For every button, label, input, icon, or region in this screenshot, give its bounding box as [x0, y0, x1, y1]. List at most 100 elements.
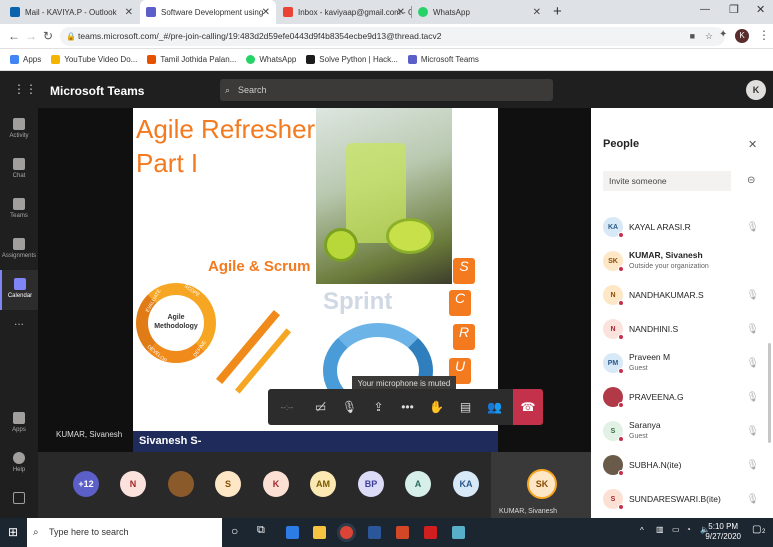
rail-more[interactable]: ... — [0, 314, 38, 354]
back-icon[interactable]: ← — [8, 29, 20, 43]
teams-header: ⋮⋮ Microsoft Teams ⌕ Search K — [0, 72, 773, 108]
bookmark-hackerrank[interactable]: Solve Python | Hack... — [306, 55, 398, 64]
participant-avatar: KA — [603, 217, 624, 238]
participant-avatar[interactable]: S — [215, 471, 241, 497]
chrome-icon[interactable] — [340, 526, 353, 539]
rail-help[interactable]: Help — [0, 444, 38, 484]
zoom-icon[interactable] — [286, 526, 299, 539]
app-icon[interactable] — [452, 526, 465, 539]
camera-icon[interactable]: ■ — [690, 27, 695, 46]
network-icon[interactable]: ▥ — [656, 525, 664, 534]
tab-whatsapp[interactable]: WhatsApp ✕ — [412, 0, 547, 24]
participant-row[interactable]: N NANDHAKUMAR.S 🎙 — [603, 280, 763, 310]
tab-teams[interactable]: Software Development using ✕ — [140, 0, 276, 24]
camera-off-button[interactable]: ▭̸ — [306, 389, 335, 425]
participant-avatar: S — [603, 489, 624, 510]
mic-mute-button[interactable]: 🎙 — [335, 389, 364, 425]
participant-name: NANDHAKUMAR.S — [629, 289, 704, 300]
participant-avatar: PM — [603, 353, 624, 374]
tab-outlook[interactable]: Mail - KAVIYA.P - Outlook ✕ — [4, 0, 139, 24]
user-avatar[interactable]: K — [746, 80, 766, 100]
close-icon[interactable]: ✕ — [748, 138, 757, 151]
participant-avatar[interactable]: N — [120, 471, 146, 497]
participant-avatar-photo[interactable] — [168, 471, 194, 497]
star-icon[interactable]: ☆ — [705, 27, 713, 46]
rail-activity[interactable]: Activity — [0, 110, 38, 150]
hang-up-button[interactable]: ☎ — [513, 389, 543, 425]
new-tab-button[interactable]: + — [553, 3, 562, 20]
battery-icon[interactable]: ▭ — [672, 525, 680, 534]
phone-hangup-icon: ☎ — [520, 400, 536, 414]
overflow-participants[interactable]: +12 — [73, 471, 99, 497]
rail-chat[interactable]: Chat — [0, 150, 38, 190]
participant-row[interactable]: PRAVEENA.G 🎙 — [603, 382, 763, 412]
self-video-label: KUMAR, Sivanesh — [56, 430, 123, 439]
taskbar-clock[interactable]: 5:10 PM 9/27/2020 — [705, 522, 741, 542]
rail-teams[interactable]: Teams — [0, 190, 38, 230]
participant-name: KUMAR, Sivanesh — [629, 250, 703, 260]
close-icon[interactable]: ✕ — [533, 7, 541, 18]
raise-hand-button[interactable]: ✋ — [422, 389, 451, 425]
search-icon: ⌕ — [33, 527, 39, 538]
windows-start-icon[interactable]: ⊞ — [8, 525, 18, 539]
participant-row[interactable]: KA KAYAL ARASI.R 🎙 — [603, 212, 763, 242]
close-icon[interactable]: ✕ — [125, 7, 133, 18]
maximize-button[interactable]: ❐ — [729, 3, 739, 16]
participant-row[interactable]: N NANDHINI.S 🎙 — [603, 314, 763, 344]
more-actions-button[interactable]: ••• — [393, 389, 422, 425]
close-icon[interactable]: ✕ — [262, 7, 270, 18]
close-icon[interactable]: ✕ — [397, 7, 405, 18]
bookmark-youtube[interactable]: YouTube Video Do... — [51, 55, 137, 64]
tab-gmail[interactable]: Inbox - kaviyaap@gmail.com - G ✕ — [277, 0, 411, 24]
menu-icon[interactable]: ⋮ — [758, 28, 770, 42]
cortana-icon[interactable]: ○ — [231, 524, 238, 538]
forward-icon[interactable]: → — [25, 29, 37, 43]
extensions-icon[interactable]: ✦ — [719, 29, 727, 40]
participant-avatar: S — [603, 421, 624, 442]
participant-avatar[interactable]: A — [405, 471, 431, 497]
participant-avatar[interactable]: BP — [358, 471, 384, 497]
minimize-button[interactable]: — — [700, 4, 710, 15]
presence-dot — [618, 266, 624, 272]
powerpoint-icon[interactable] — [396, 526, 409, 539]
participants-button[interactable]: 👥 — [480, 389, 509, 425]
bookmark-whatsapp[interactable]: WhatsApp — [246, 55, 296, 64]
link-icon[interactable]: ⊝ — [747, 175, 755, 186]
participant-avatar[interactable]: KA — [453, 471, 479, 497]
rail-calendar[interactable]: Calendar — [0, 270, 38, 310]
invite-input[interactable]: Invite someone — [603, 171, 731, 191]
participant-row[interactable]: S SUNDARESWARI.B(ite) 🎙 — [603, 484, 763, 514]
rail-assignments[interactable]: Assignments — [0, 230, 38, 270]
bookmark-teams[interactable]: Microsoft Teams — [407, 55, 479, 64]
tray-chevron-icon[interactable]: ^ — [640, 526, 644, 535]
word-icon[interactable] — [368, 526, 381, 539]
whatsapp-icon — [418, 7, 428, 17]
participant-row[interactable]: PM Praveen M Guest 🎙 — [603, 348, 763, 378]
url-field[interactable]: 🔒 teams.microsoft.com/_#/pre-join-callin… — [60, 27, 725, 46]
participant-avatar[interactable]: AM — [310, 471, 336, 497]
taskbar-search[interactable]: ⌕ Type here to search — [27, 518, 222, 547]
task-view-icon[interactable]: ⧉ — [257, 524, 265, 537]
chat-button[interactable]: ▤ — [451, 389, 480, 425]
share-icon: ⇪ — [373, 400, 384, 414]
profile-avatar[interactable]: K — [735, 29, 749, 43]
bookmark-tamil[interactable]: Tamil Jothida Palan... — [147, 55, 236, 64]
participant-row[interactable]: S Saranya Guest 🎙 — [603, 416, 763, 446]
participant-avatar[interactable]: K — [263, 471, 289, 497]
file-explorer-icon[interactable] — [313, 526, 326, 539]
window-close-button[interactable]: ✕ — [756, 3, 765, 16]
participant-avatar: N — [603, 319, 624, 340]
acrobat-icon[interactable] — [424, 526, 437, 539]
calendar-icon — [14, 278, 26, 290]
participant-row[interactable]: SK KUMAR, Sivanesh Outside your organizati… — [603, 246, 763, 276]
participant-row[interactable]: SUBHA.N(ite) 🎙 — [603, 450, 763, 480]
search-input[interactable]: ⌕ Search — [220, 79, 553, 101]
notifications-icon[interactable]: ▢ — [752, 524, 761, 535]
rail-apps[interactable]: Apps — [0, 404, 38, 444]
reload-icon[interactable]: ↻ — [43, 29, 53, 43]
scrollbar[interactable] — [768, 343, 771, 443]
bookmark-apps[interactable]: Apps — [10, 55, 41, 64]
wifi-icon[interactable]: ◔ — [686, 525, 691, 534]
app-launcher-icon[interactable]: ⋮⋮ — [13, 82, 37, 96]
share-button[interactable]: ⇪ — [364, 389, 393, 425]
